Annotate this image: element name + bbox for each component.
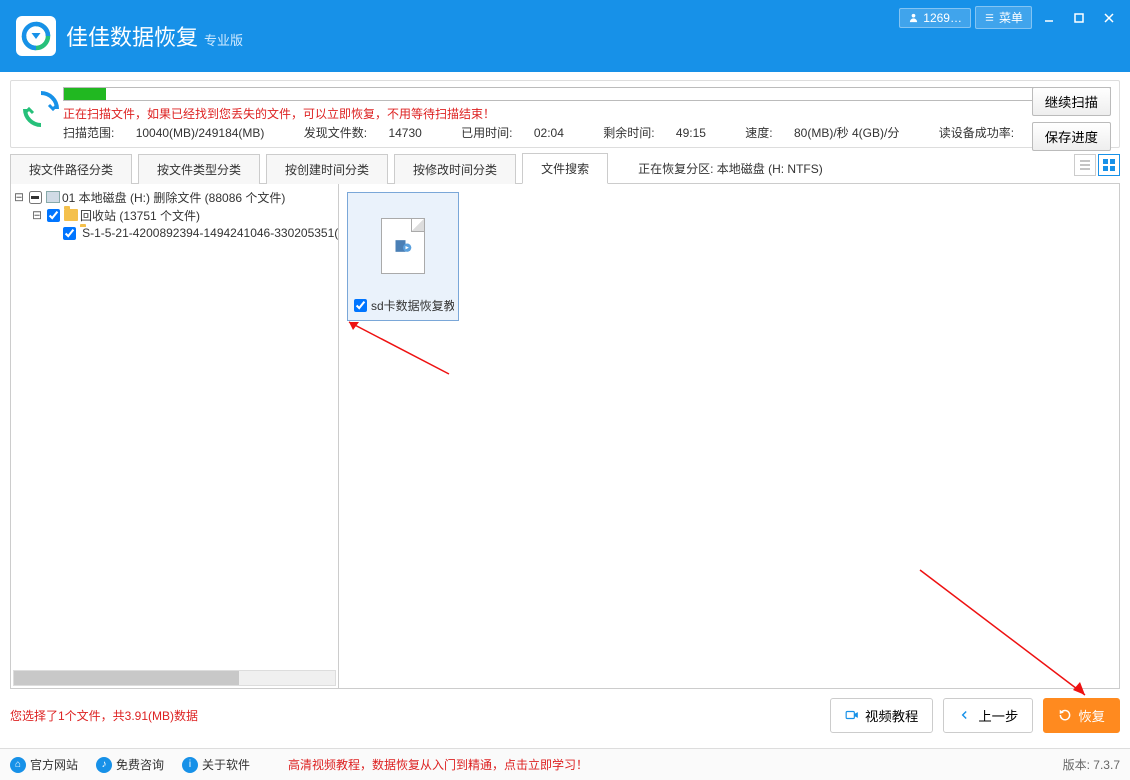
selection-bar: 您选择了1个文件，共3.91(MB)数据 视频教程 上一步 恢复 <box>10 697 1120 733</box>
file-item[interactable]: sd卡数据恢复教… <box>347 192 459 321</box>
main-area: ⊟ 01 本地磁盘 (H:) 删除文件 (88086 个文件) ⊟ 回收站 (1… <box>10 184 1120 689</box>
tree-checkbox[interactable] <box>29 191 42 204</box>
user-badge[interactable]: 1269… <box>899 8 971 28</box>
tree-label: 回收站 (13751 个文件) <box>80 207 200 224</box>
maximize-button[interactable] <box>1066 7 1092 29</box>
user-badge-label: 1269… <box>923 11 962 25</box>
selection-text: 您选择了1个文件，共3.91(MB)数据 <box>10 707 198 724</box>
link-label: 官方网站 <box>30 756 78 773</box>
grid-icon <box>1102 158 1116 172</box>
progress-fill <box>64 88 106 100</box>
home-icon: ⌂ <box>10 757 26 773</box>
partition-info: 正在恢复分区: 本地磁盘 (H: NTFS) <box>638 154 823 183</box>
folder-icon <box>64 209 78 221</box>
promo-text[interactable]: 高清视频教程，数据恢复从入门到精通，点击立即学习！ <box>288 756 588 773</box>
collapse-icon[interactable]: ⊟ <box>13 190 25 204</box>
app-logo <box>16 16 56 56</box>
annotation-arrow-1 <box>339 314 459 384</box>
link-label: 关于软件 <box>202 756 250 773</box>
status-details: 扫描范围: 10040(MB)/249184(MB) 发现文件数: 14730 … <box>63 124 1111 141</box>
official-site-link[interactable]: ⌂官方网站 <box>10 756 78 773</box>
user-icon <box>908 12 919 23</box>
menu-button[interactable]: 菜单 <box>975 6 1032 29</box>
tree-label: S-1-5-21-4200892394-1494241046-330205351… <box>82 226 339 240</box>
video-tutorial-button[interactable]: 视频教程 <box>830 698 933 733</box>
status-panel: 正在扫描文件，如果已经找到您丢失的文件，可以立即恢复，不用等待扫描结束！ 扫描范… <box>10 80 1120 148</box>
tree-label: 01 本地磁盘 (H:) 删除文件 (88086 个文件) <box>62 189 285 206</box>
menu-icon <box>984 12 995 23</box>
tree-node-recycle[interactable]: ⊟ 回收站 (13751 个文件) <box>13 206 336 224</box>
status-icon <box>19 87 63 131</box>
tab-search[interactable]: 文件搜索 <box>522 153 608 184</box>
view-grid-button[interactable] <box>1098 154 1120 176</box>
close-button[interactable] <box>1096 7 1122 29</box>
status-message: 正在扫描文件，如果已经找到您丢失的文件，可以立即恢复，不用等待扫描结束！ <box>63 105 1111 122</box>
tree-node-sid[interactable]: ⊟ S-1-5-21-4200892394-1494241046-3302053… <box>13 224 336 242</box>
continue-scan-button[interactable]: 继续扫描 <box>1032 87 1111 116</box>
button-label: 视频教程 <box>865 706 918 725</box>
app-edition: 专业版 <box>204 30 243 49</box>
video-icon <box>845 708 859 722</box>
headset-icon: ♪ <box>96 757 112 773</box>
save-progress-button[interactable]: 保存进度 <box>1032 122 1111 151</box>
button-label: 上一步 <box>978 706 1018 725</box>
titlebar: 佳佳数据恢复 专业版 1269… 菜单 <box>0 0 1130 72</box>
maximize-icon <box>1073 12 1085 24</box>
tab-by-created[interactable]: 按创建时间分类 <box>266 154 388 184</box>
footer: ⌂官方网站 ♪免费咨询 i关于软件 高清视频教程，数据恢复从入门到精通，点击立即… <box>0 748 1130 780</box>
progress-bar <box>63 87 1111 101</box>
tree-checkbox[interactable] <box>47 209 60 222</box>
disk-icon <box>46 191 60 203</box>
back-button[interactable]: 上一步 <box>943 698 1033 733</box>
recover-button[interactable]: 恢复 <box>1043 698 1120 733</box>
view-list-button[interactable] <box>1074 154 1096 176</box>
tab-by-path[interactable]: 按文件路径分类 <box>10 154 132 184</box>
tree-node-disk[interactable]: ⊟ 01 本地磁盘 (H:) 删除文件 (88086 个文件) <box>13 188 336 206</box>
version-label: 版本: 7.3.7 <box>1063 756 1120 773</box>
menu-label: 菜单 <box>999 9 1023 26</box>
file-name: sd卡数据恢复教… <box>371 297 454 314</box>
link-label: 免费咨询 <box>116 756 164 773</box>
tabs-row: 按文件路径分类 按文件类型分类 按创建时间分类 按修改时间分类 文件搜索 正在恢… <box>10 152 1120 184</box>
list-icon <box>1078 158 1092 172</box>
app-title: 佳佳数据恢复 <box>66 20 198 52</box>
scrollbar-thumb[interactable] <box>14 671 239 685</box>
tree-pane: ⊟ 01 本地磁盘 (H:) 删除文件 (88086 个文件) ⊟ 回收站 (1… <box>11 184 339 688</box>
tab-by-modified[interactable]: 按修改时间分类 <box>394 154 516 184</box>
arrow-left-icon <box>958 708 972 722</box>
file-checkbox[interactable] <box>354 299 367 312</box>
minimize-icon <box>1043 12 1055 24</box>
about-link[interactable]: i关于软件 <box>182 756 250 773</box>
horizontal-scrollbar[interactable] <box>13 670 336 686</box>
tree-checkbox[interactable] <box>63 227 76 240</box>
button-label: 恢复 <box>1078 706 1105 725</box>
recover-icon <box>1058 708 1072 722</box>
close-icon <box>1103 12 1115 24</box>
video-file-icon <box>381 218 425 274</box>
collapse-icon[interactable]: ⊟ <box>31 208 43 222</box>
info-icon: i <box>182 757 198 773</box>
minimize-button[interactable] <box>1036 7 1062 29</box>
free-consult-link[interactable]: ♪免费咨询 <box>96 756 164 773</box>
file-thumbnail <box>352 199 454 293</box>
tab-by-type[interactable]: 按文件类型分类 <box>138 154 260 184</box>
file-pane: sd卡数据恢复教… <box>339 184 1119 688</box>
